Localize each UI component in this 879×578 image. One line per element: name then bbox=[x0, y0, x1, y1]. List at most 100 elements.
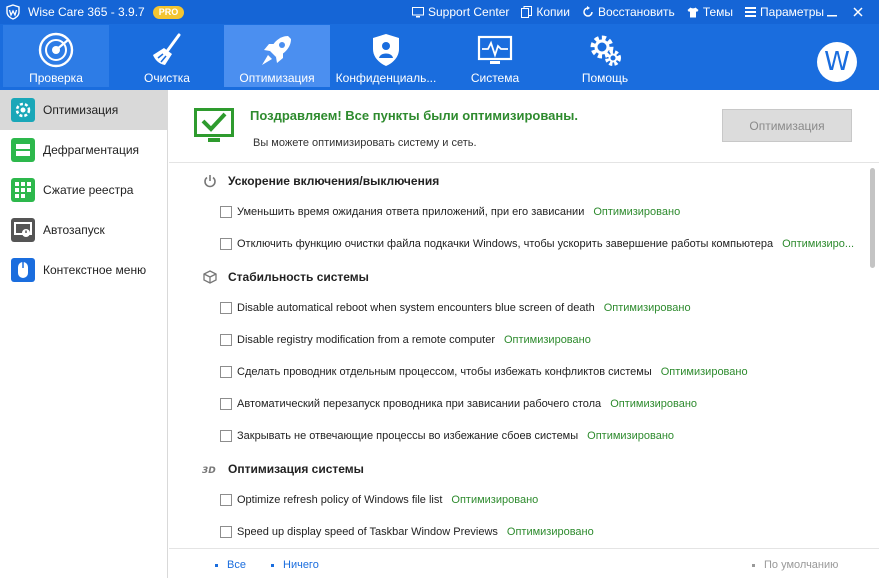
select-none-label: Ничего bbox=[283, 559, 319, 571]
banner-heading: Поздравляем! Все пункты были оптимизиров… bbox=[250, 108, 578, 123]
section-title: Оптимизация системы bbox=[228, 462, 364, 476]
item-text: Speed up display speed of Taskbar Window… bbox=[237, 526, 498, 538]
item-text: Сделать проводник отдельным процессом, ч… bbox=[237, 366, 652, 378]
avatar[interactable]: W bbox=[817, 42, 857, 82]
disk-icon bbox=[11, 138, 35, 162]
item-text: Уменьшить время ожидания ответа приложен… bbox=[237, 206, 585, 218]
themes-link[interactable]: Темы bbox=[687, 5, 733, 19]
copies-label: Копии bbox=[536, 5, 570, 19]
item-checkbox[interactable] bbox=[220, 206, 232, 218]
item-checkbox[interactable] bbox=[220, 430, 232, 442]
item-text: Закрывать не отвечающие процессы во избе… bbox=[237, 430, 579, 442]
top-links: Support Center Копии Восстановить Темы П… bbox=[412, 0, 836, 24]
registry-icon bbox=[11, 178, 35, 202]
sidebar-item-optimizatsiya[interactable]: Оптимизация bbox=[0, 90, 167, 130]
themes-label: Темы bbox=[702, 5, 734, 19]
bullet-icon bbox=[271, 563, 274, 567]
menu-icon bbox=[745, 7, 757, 17]
tab-proverka-label: Проверка bbox=[29, 71, 83, 85]
optimize-icon bbox=[11, 98, 35, 122]
list-item[interactable]: Отключить функцию очистки файла подкачки… bbox=[220, 238, 854, 250]
app-title: Wise Care 365 - 3.9.7 bbox=[28, 5, 145, 19]
item-checkbox[interactable] bbox=[220, 494, 232, 506]
tab-ochistka[interactable]: Очистка bbox=[114, 25, 220, 87]
status-banner: Поздравляем! Все пункты были оптимизиров… bbox=[169, 90, 879, 163]
item-status: Оптимизировано bbox=[660, 366, 748, 378]
settings-link[interactable]: Параметры bbox=[745, 5, 824, 19]
content-panel: Поздравляем! Все пункты были оптимизиров… bbox=[169, 90, 879, 578]
bullet-icon bbox=[752, 563, 755, 567]
tab-sistema[interactable]: Система bbox=[442, 25, 548, 87]
tab-optimizatsiya[interactable]: Оптимизация bbox=[224, 25, 330, 87]
avatar-letter: W bbox=[824, 47, 850, 77]
power-icon bbox=[202, 173, 218, 189]
title-bar: Wise Care 365 - 3.9.7 PRO Support Center… bbox=[0, 0, 879, 24]
3d-icon: 3D bbox=[202, 461, 218, 477]
list-footer: Все Ничего По умолчанию bbox=[169, 548, 879, 578]
scrollbar-thumb[interactable] bbox=[870, 168, 875, 268]
item-text: Автоматический перезапуск проводника при… bbox=[237, 398, 602, 410]
list-item[interactable]: Сделать проводник отдельным процессом, ч… bbox=[220, 366, 748, 378]
item-checkbox[interactable] bbox=[220, 238, 232, 250]
item-checkbox[interactable] bbox=[220, 526, 232, 538]
sidebar-item-label: Сжатие реестра bbox=[43, 183, 134, 197]
gears-icon bbox=[586, 25, 624, 69]
shield-person-icon bbox=[367, 25, 405, 69]
sidebar-item-szhatie-reestra[interactable]: Сжатие реестра bbox=[0, 170, 167, 210]
list-item[interactable]: Уменьшить время ожидания ответа приложен… bbox=[220, 206, 680, 218]
tab-optimizatsiya-label: Оптимизация bbox=[239, 71, 315, 85]
default-label: По умолчанию bbox=[764, 559, 839, 571]
tab-pomoshch[interactable]: Помощь bbox=[552, 25, 658, 87]
list-item[interactable]: Optimize refresh policy of Windows file … bbox=[220, 494, 538, 506]
list-item[interactable]: Speed up display speed of Taskbar Window… bbox=[220, 526, 594, 538]
list-item[interactable]: Disable registry modification from a rem… bbox=[220, 334, 591, 346]
minimize-button[interactable] bbox=[819, 0, 845, 24]
item-text: Disable automatical reboot when system e… bbox=[237, 302, 595, 314]
select-all-label: Все bbox=[227, 559, 246, 571]
startup-icon bbox=[11, 218, 35, 242]
pro-badge: PRO bbox=[152, 5, 185, 19]
radar-icon bbox=[37, 25, 75, 69]
item-checkbox[interactable] bbox=[220, 334, 232, 346]
svg-text:3D: 3D bbox=[202, 466, 216, 475]
section-title: Ускорение включения/выключения bbox=[228, 174, 440, 188]
sidebar-item-defragmentatsiya[interactable]: Дефрагментация bbox=[0, 130, 167, 170]
sidebar-item-label: Автозапуск bbox=[43, 223, 105, 237]
bullet-icon bbox=[215, 563, 218, 567]
restore-link[interactable]: Восстановить bbox=[582, 5, 675, 19]
list-scrollbar[interactable] bbox=[869, 164, 877, 548]
item-status: Оптимизировано bbox=[451, 494, 539, 506]
app-window: Wise Care 365 - 3.9.7 PRO Support Center… bbox=[0, 0, 879, 578]
tab-proverka[interactable]: Проверка bbox=[3, 25, 109, 87]
sidebar-item-label: Контекстное меню bbox=[43, 263, 147, 277]
optimize-button[interactable]: Оптимизация bbox=[722, 109, 852, 142]
copies-link[interactable]: Копии bbox=[521, 5, 570, 19]
tab-sistema-label: Система bbox=[470, 71, 520, 85]
shirt-icon bbox=[687, 7, 699, 17]
item-text: Отключить функцию очистки файла подкачки… bbox=[237, 238, 774, 250]
item-checkbox[interactable] bbox=[220, 398, 232, 410]
section-startup-shutdown: Ускорение включения/выключения bbox=[202, 173, 439, 189]
item-status: Оптимизиро... bbox=[782, 238, 855, 250]
app-logo-icon bbox=[4, 3, 22, 21]
item-checkbox[interactable] bbox=[220, 366, 232, 378]
list-item[interactable]: Автоматический перезапуск проводника при… bbox=[220, 398, 697, 410]
list-item[interactable]: Закрывать не отвечающие процессы во избе… bbox=[220, 430, 674, 442]
tab-konfidentsialnost[interactable]: Конфиденциаль... bbox=[333, 25, 439, 87]
select-none-link[interactable]: Ничего bbox=[271, 559, 319, 571]
tab-ochistka-label: Очистка bbox=[144, 71, 190, 85]
item-text: Optimize refresh policy of Windows file … bbox=[237, 494, 443, 506]
close-button[interactable] bbox=[845, 0, 871, 24]
support-center-link[interactable]: Support Center bbox=[412, 5, 509, 19]
select-all-link[interactable]: Все bbox=[215, 559, 246, 571]
list-item[interactable]: Disable automatical reboot when system e… bbox=[220, 302, 691, 314]
tab-pomoshch-label: Помощь bbox=[581, 71, 629, 85]
item-checkbox[interactable] bbox=[220, 302, 232, 314]
default-link[interactable]: По умолчанию bbox=[752, 559, 838, 571]
minimize-icon bbox=[827, 15, 837, 17]
item-status: Оптимизировано bbox=[593, 206, 681, 218]
item-status: Оптимизировано bbox=[506, 526, 594, 538]
item-status: Оптимизировано bbox=[603, 302, 691, 314]
sidebar-item-kontekstnoe-menyu[interactable]: Контекстное меню bbox=[0, 250, 167, 290]
sidebar-item-avtozapusk[interactable]: Автозапуск bbox=[0, 210, 167, 250]
